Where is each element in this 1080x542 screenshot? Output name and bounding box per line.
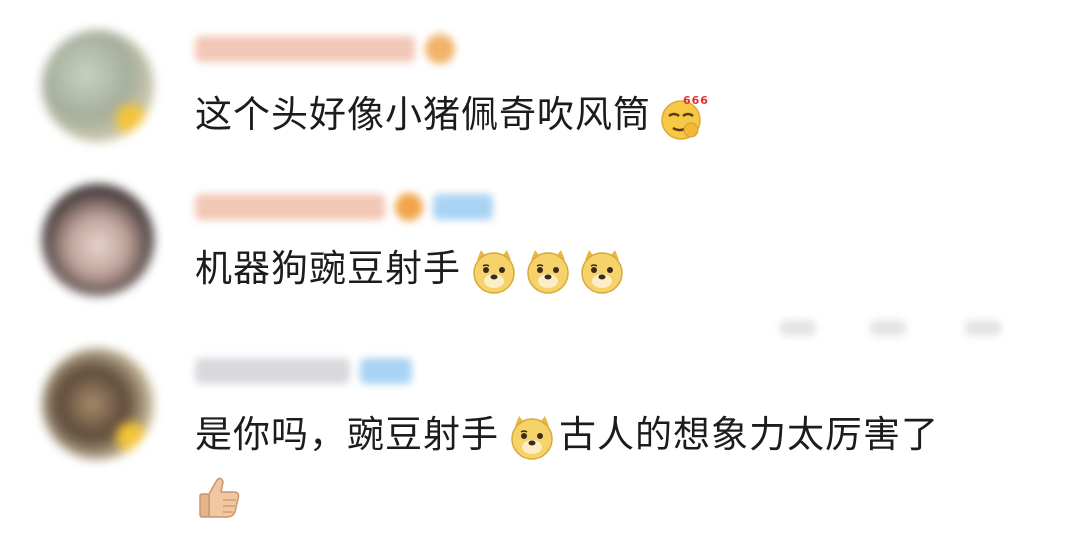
smirk-666-emoji-icon: 666: [659, 92, 708, 140]
comment-text-part-2: 古人的想象力太厉害了: [559, 413, 939, 456]
username[interactable]: [195, 190, 493, 224]
doge-emoji-icon: [507, 412, 553, 460]
comment-text-part-1: 是你吗，豌豆射手: [195, 413, 499, 456]
avatar[interactable]: [42, 184, 154, 296]
username-blurred: [195, 36, 415, 62]
svg-text:666: 666: [683, 94, 709, 107]
doge-emoji-icon: [469, 246, 515, 294]
username-blurred: [195, 194, 385, 220]
doge-emoji-icon: [523, 246, 569, 294]
doge-emoji-icon: [577, 246, 623, 294]
user-badge-icon: [116, 422, 146, 452]
user-badge-icon: [116, 104, 146, 134]
vip-tag-blurred: [433, 194, 493, 220]
username[interactable]: [195, 32, 455, 66]
reply-icon[interactable]: [780, 320, 816, 336]
avatar[interactable]: [42, 30, 154, 142]
username-blurred: [195, 358, 350, 384]
level-badge-icon: [425, 34, 455, 64]
level-badge-icon: [395, 193, 423, 221]
share-icon[interactable]: [870, 320, 906, 336]
avatar[interactable]: [42, 348, 154, 460]
comment-text: 这个头好像小猪佩奇吹风筒: [195, 93, 651, 136]
username[interactable]: [195, 354, 412, 388]
like-icon[interactable]: [965, 320, 1001, 336]
vip-tag-blurred: [360, 358, 412, 384]
comment-text: 机器狗豌豆射手: [195, 247, 461, 290]
thumbs-up-emoji-icon: [195, 472, 245, 526]
